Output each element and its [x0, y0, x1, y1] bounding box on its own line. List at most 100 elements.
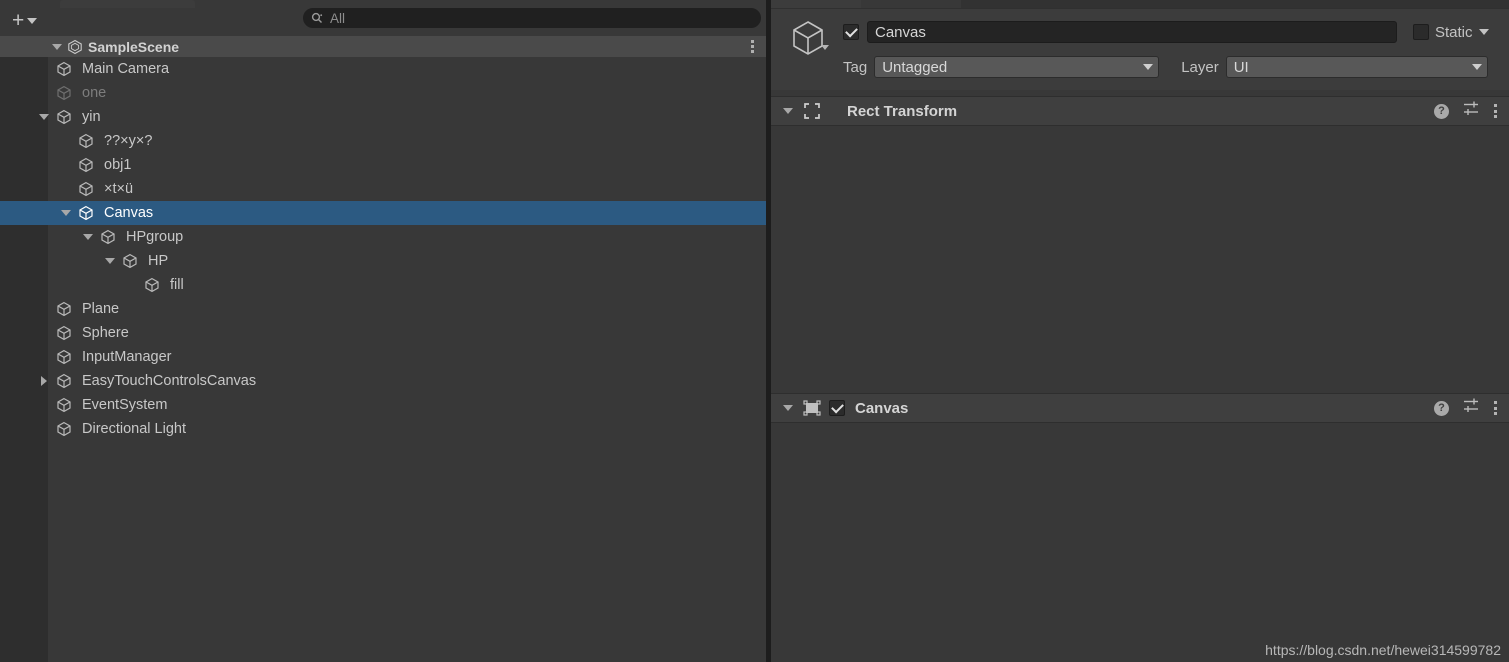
hierarchy-item-yin[interactable]: yin	[0, 105, 766, 129]
hierarchy-item-inputmanager[interactable]: InputManager	[0, 345, 766, 369]
gameobject-cube-icon[interactable]	[785, 15, 831, 61]
canvas-component-title: Canvas	[855, 399, 909, 417]
rect-transform-header[interactable]: Rect Transform ?	[771, 96, 1509, 126]
gameobject-name-row: Canvas Static	[843, 21, 1489, 43]
canvas-enabled-checkbox[interactable]	[829, 400, 845, 416]
chevron-right-icon[interactable]	[38, 369, 50, 393]
help-icon[interactable]: ?	[1434, 400, 1449, 416]
static-checkbox[interactable]	[1413, 24, 1429, 40]
hierarchy-item-hp[interactable]: HP	[0, 249, 766, 273]
canvas-component-icon	[803, 399, 821, 417]
chevron-down-icon[interactable]	[82, 225, 94, 249]
scene-row[interactable]: SampleScene	[0, 36, 766, 57]
gameobject-header: Canvas Static Tag Untagged Layer UI	[771, 8, 1509, 90]
kebab-menu-icon[interactable]	[1494, 401, 1497, 415]
chevron-down-icon[interactable]	[783, 108, 793, 114]
hierarchy-item-label: InputManager	[82, 349, 172, 365]
chevron-down-icon	[27, 18, 38, 24]
chevron-down-icon	[1143, 64, 1154, 70]
gameobject-cube-icon	[56, 85, 72, 101]
gameobject-cube-icon	[56, 61, 72, 77]
hierarchy-row-list: Main Camera one yin ??×y×? obj1 ×t×ü Canvas HPg…	[0, 57, 766, 441]
hierarchy-item-main-camera[interactable]: Main Camera	[0, 57, 766, 81]
canvas-component-header[interactable]: Canvas ?	[771, 393, 1509, 423]
help-icon[interactable]: ?	[1434, 103, 1449, 119]
canvas-header-icons: ?	[1434, 397, 1497, 419]
hierarchy-tab[interactable]	[60, 0, 195, 8]
tag-dropdown[interactable]: Untagged	[874, 56, 1160, 78]
hierarchy-search-field[interactable]: All	[303, 8, 761, 28]
layer-dropdown[interactable]: UI	[1225, 56, 1488, 78]
chevron-down-icon[interactable]	[821, 45, 829, 50]
hierarchy-item-label: ×t×ü	[104, 181, 134, 197]
gameobject-enabled-checkbox[interactable]	[843, 24, 859, 40]
hierarchy-item-label: ??×y×?	[104, 133, 153, 149]
hierarchy-item-label: fill	[170, 277, 184, 293]
hierarchy-item-obj1[interactable]: obj1	[0, 153, 766, 177]
hierarchy-item-hpgroup[interactable]: HPgroup	[0, 225, 766, 249]
hierarchy-item-t[interactable]: ×t×ü	[0, 177, 766, 201]
hierarchy-item-label: EventSystem	[82, 397, 168, 413]
hierarchy-item-label: Directional Light	[82, 421, 186, 437]
gameobject-cube-icon	[56, 301, 72, 317]
chevron-down-icon[interactable]	[60, 201, 72, 225]
hierarchy-item-one[interactable]: one	[0, 81, 766, 105]
inspector-tab-strip	[771, 0, 1509, 8]
hierarchy-item-y[interactable]: ??×y×?	[0, 129, 766, 153]
hierarchy-item-label: Plane	[82, 301, 120, 317]
gameobject-cube-icon	[56, 325, 72, 341]
chevron-down-icon[interactable]	[104, 249, 116, 273]
gameobject-cube-icon	[100, 229, 116, 245]
gameobject-cube-icon	[78, 181, 94, 197]
hierarchy-item-sphere[interactable]: Sphere	[0, 321, 766, 345]
preset-settings-icon[interactable]	[1463, 100, 1480, 122]
rect-transform-icon	[803, 102, 821, 120]
layer-value: UI	[1233, 58, 1249, 76]
hierarchy-item-label: HP	[148, 253, 169, 269]
gameobject-cube-icon	[78, 157, 94, 173]
unity-scene-icon	[67, 39, 83, 55]
hierarchy-tab-strip	[0, 0, 766, 8]
gameobject-cube-icon	[122, 253, 138, 269]
tag-value: Untagged	[882, 58, 948, 76]
gameobject-cube-icon	[78, 205, 94, 221]
hierarchy-item-directional-light[interactable]: Directional Light	[0, 417, 766, 441]
kebab-menu-icon[interactable]	[1494, 104, 1497, 118]
hierarchy-item-fill[interactable]: fill	[0, 273, 766, 297]
plus-icon: +	[12, 9, 25, 32]
gameobject-cube-icon	[56, 397, 72, 413]
preset-settings-icon[interactable]	[1463, 397, 1480, 419]
add-gameobject-button[interactable]: +	[9, 10, 40, 32]
gameobject-name-field[interactable]: Canvas	[867, 21, 1397, 43]
gameobject-cube-icon	[56, 109, 72, 125]
rect-transform-header-icons: ?	[1434, 100, 1497, 122]
hierarchy-item-canvas[interactable]: Canvas	[0, 201, 766, 225]
scene-name-label: SampleScene	[88, 38, 180, 55]
watermark-text: https://blog.csdn.net/hewei314599782	[1265, 642, 1501, 658]
kebab-menu-icon[interactable]	[751, 40, 754, 53]
inspector-tab-secondary[interactable]	[961, 0, 1509, 8]
hierarchy-item-easytouchcontrolscanvas[interactable]: EasyTouchControlsCanvas	[0, 369, 766, 393]
chevron-down-icon[interactable]	[783, 405, 793, 411]
chevron-down-icon	[1471, 64, 1482, 70]
inspector-tab[interactable]	[771, 0, 861, 8]
gameobject-cube-icon	[144, 277, 160, 293]
hierarchy-item-eventsystem[interactable]: EventSystem	[0, 393, 766, 417]
gameobject-cube-icon	[78, 133, 94, 149]
search-icon	[311, 12, 324, 25]
hierarchy-search-placeholder: All	[330, 10, 346, 26]
static-toggle-group[interactable]: Static	[1413, 24, 1489, 41]
hierarchy-item-label: one	[82, 85, 107, 101]
chevron-down-icon[interactable]	[52, 43, 62, 50]
tag-label: Tag	[843, 58, 868, 76]
chevron-down-icon[interactable]	[38, 105, 50, 129]
hierarchy-item-label: EasyTouchControlsCanvas	[82, 373, 257, 389]
chevron-down-icon[interactable]	[1478, 29, 1489, 35]
gameobject-cube-icon	[56, 373, 72, 389]
rect-transform-title: Rect Transform	[847, 102, 958, 120]
gameobject-cube-icon	[56, 421, 72, 437]
gameobject-cube-icon	[56, 349, 72, 365]
static-label: Static	[1435, 23, 1473, 41]
hierarchy-item-plane[interactable]: Plane	[0, 297, 766, 321]
hierarchy-item-label: Sphere	[82, 325, 129, 341]
